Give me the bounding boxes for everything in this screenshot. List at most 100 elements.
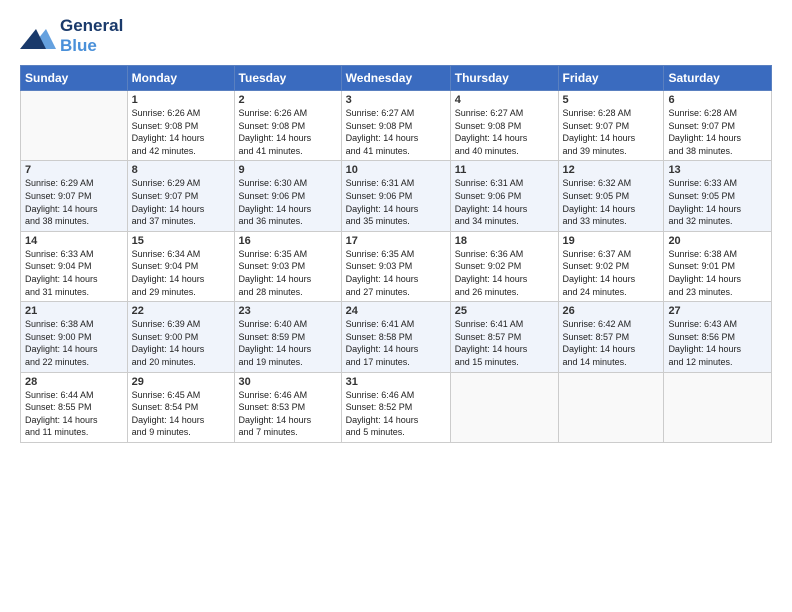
day-info: Sunrise: 6:28 AMSunset: 9:07 PMDaylight:…: [668, 107, 767, 157]
calendar-cell: 6Sunrise: 6:28 AMSunset: 9:07 PMDaylight…: [664, 91, 772, 161]
day-number: 25: [455, 305, 554, 317]
calendar-cell: 13Sunrise: 6:33 AMSunset: 9:05 PMDayligh…: [664, 161, 772, 231]
day-number: 21: [25, 305, 123, 317]
calendar-cell: 24Sunrise: 6:41 AMSunset: 8:58 PMDayligh…: [341, 302, 450, 372]
day-info: Sunrise: 6:37 AMSunset: 9:02 PMDaylight:…: [563, 248, 660, 298]
calendar-cell: 16Sunrise: 6:35 AMSunset: 9:03 PMDayligh…: [234, 231, 341, 301]
day-info: Sunrise: 6:27 AMSunset: 9:08 PMDaylight:…: [346, 107, 446, 157]
calendar-cell: 15Sunrise: 6:34 AMSunset: 9:04 PMDayligh…: [127, 231, 234, 301]
calendar-table: SundayMondayTuesdayWednesdayThursdayFrid…: [20, 65, 772, 443]
logo-text: General Blue: [60, 16, 123, 55]
calendar-cell: 10Sunrise: 6:31 AMSunset: 9:06 PMDayligh…: [341, 161, 450, 231]
day-info: Sunrise: 6:45 AMSunset: 8:54 PMDaylight:…: [132, 389, 230, 439]
day-info: Sunrise: 6:28 AMSunset: 9:07 PMDaylight:…: [563, 107, 660, 157]
day-number: 10: [346, 164, 446, 176]
day-number: 29: [132, 376, 230, 388]
calendar-header-friday: Friday: [558, 66, 664, 91]
calendar-cell: [450, 372, 558, 442]
day-info: Sunrise: 6:39 AMSunset: 9:00 PMDaylight:…: [132, 318, 230, 368]
calendar-cell: 1Sunrise: 6:26 AMSunset: 9:08 PMDaylight…: [127, 91, 234, 161]
calendar-week-1: 1 Sunrise: 6:26 AMSunset: 9:08 PMDaylight…: [21, 91, 772, 161]
calendar-cell: 22Sunrise: 6:39 AMSunset: 9:00 PMDayligh…: [127, 302, 234, 372]
day-number: 18: [455, 235, 554, 247]
day-info: Sunrise: 6:38 AMSunset: 9:00 PMDaylight:…: [25, 318, 123, 368]
calendar-cell: 31Sunrise: 6:46 AMSunset: 8:52 PMDayligh…: [341, 372, 450, 442]
day-info: Sunrise: 6:32 AMSunset: 9:05 PMDaylight:…: [563, 177, 660, 227]
calendar-cell: [21, 91, 128, 161]
day-number: 26: [563, 305, 660, 317]
calendar-cell: 28Sunrise: 6:44 AMSunset: 8:55 PMDayligh…: [21, 372, 128, 442]
calendar-cell: 19Sunrise: 6:37 AMSunset: 9:02 PMDayligh…: [558, 231, 664, 301]
day-info: Sunrise: 6:42 AMSunset: 8:57 PMDaylight:…: [563, 318, 660, 368]
calendar-cell: 8Sunrise: 6:29 AMSunset: 9:07 PMDaylight…: [127, 161, 234, 231]
day-number: 7: [25, 164, 123, 176]
calendar-cell: [664, 372, 772, 442]
calendar-cell: 23Sunrise: 6:40 AMSunset: 8:59 PMDayligh…: [234, 302, 341, 372]
calendar-cell: 20Sunrise: 6:38 AMSunset: 9:01 PMDayligh…: [664, 231, 772, 301]
calendar-header-saturday: Saturday: [664, 66, 772, 91]
calendar-cell: 29Sunrise: 6:45 AMSunset: 8:54 PMDayligh…: [127, 372, 234, 442]
day-number: 14: [25, 235, 123, 247]
day-number: 9: [239, 164, 337, 176]
day-number: 4: [455, 94, 554, 106]
calendar-header-thursday: Thursday: [450, 66, 558, 91]
day-number: 8: [132, 164, 230, 176]
calendar-header-tuesday: Tuesday: [234, 66, 341, 91]
calendar-week-3: 14Sunrise: 6:33 AMSunset: 9:04 PMDayligh…: [21, 231, 772, 301]
calendar-week-2: 7Sunrise: 6:29 AMSunset: 9:07 PMDaylight…: [21, 161, 772, 231]
day-number: 17: [346, 235, 446, 247]
calendar-cell: 30Sunrise: 6:46 AMSunset: 8:53 PMDayligh…: [234, 372, 341, 442]
calendar-cell: 26Sunrise: 6:42 AMSunset: 8:57 PMDayligh…: [558, 302, 664, 372]
day-info: Sunrise: 6:26 AMSunset: 9:08 PMDaylight:…: [239, 107, 337, 157]
calendar-cell: 11Sunrise: 6:31 AMSunset: 9:06 PMDayligh…: [450, 161, 558, 231]
day-number: 19: [563, 235, 660, 247]
calendar-header-sunday: Sunday: [21, 66, 128, 91]
day-info: Sunrise: 6:40 AMSunset: 8:59 PMDaylight:…: [239, 318, 337, 368]
day-info: Sunrise: 6:33 AMSunset: 9:05 PMDaylight:…: [668, 177, 767, 227]
day-info: Sunrise: 6:30 AMSunset: 9:06 PMDaylight:…: [239, 177, 337, 227]
calendar-week-5: 28Sunrise: 6:44 AMSunset: 8:55 PMDayligh…: [21, 372, 772, 442]
day-number: 13: [668, 164, 767, 176]
calendar-cell: 9Sunrise: 6:30 AMSunset: 9:06 PMDaylight…: [234, 161, 341, 231]
day-number: 11: [455, 164, 554, 176]
day-info: Sunrise: 6:31 AMSunset: 9:06 PMDaylight:…: [346, 177, 446, 227]
day-info: Sunrise: 6:29 AMSunset: 9:07 PMDaylight:…: [132, 177, 230, 227]
day-number: 2: [239, 94, 337, 106]
calendar-header-wednesday: Wednesday: [341, 66, 450, 91]
logo-icon: [20, 21, 56, 51]
day-info: Sunrise: 6:46 AMSunset: 8:52 PMDaylight:…: [346, 389, 446, 439]
day-info: Sunrise: 6:29 AMSunset: 9:07 PMDaylight:…: [25, 177, 123, 227]
header: General Blue: [20, 16, 772, 55]
day-info: Sunrise: 6:36 AMSunset: 9:02 PMDaylight:…: [455, 248, 554, 298]
logo: General Blue: [20, 16, 123, 55]
page: General Blue SundayMondayTuesdayWednesda…: [0, 0, 792, 453]
day-number: 1: [132, 94, 230, 106]
calendar-cell: 27Sunrise: 6:43 AMSunset: 8:56 PMDayligh…: [664, 302, 772, 372]
day-info: Sunrise: 6:33 AMSunset: 9:04 PMDaylight:…: [25, 248, 123, 298]
day-number: 15: [132, 235, 230, 247]
calendar-header-row: SundayMondayTuesdayWednesdayThursdayFrid…: [21, 66, 772, 91]
calendar-header-monday: Monday: [127, 66, 234, 91]
day-number: 20: [668, 235, 767, 247]
calendar-cell: 14Sunrise: 6:33 AMSunset: 9:04 PMDayligh…: [21, 231, 128, 301]
day-info: Sunrise: 6:46 AMSunset: 8:53 PMDaylight:…: [239, 389, 337, 439]
calendar-week-4: 21Sunrise: 6:38 AMSunset: 9:00 PMDayligh…: [21, 302, 772, 372]
day-info: Sunrise: 6:41 AMSunset: 8:57 PMDaylight:…: [455, 318, 554, 368]
day-info: Sunrise: 6:41 AMSunset: 8:58 PMDaylight:…: [346, 318, 446, 368]
day-number: 16: [239, 235, 337, 247]
day-number: 12: [563, 164, 660, 176]
day-info: Sunrise: 6:35 AMSunset: 9:03 PMDaylight:…: [346, 248, 446, 298]
calendar-cell: 7Sunrise: 6:29 AMSunset: 9:07 PMDaylight…: [21, 161, 128, 231]
calendar-cell: 21Sunrise: 6:38 AMSunset: 9:00 PMDayligh…: [21, 302, 128, 372]
day-number: 22: [132, 305, 230, 317]
day-number: 3: [346, 94, 446, 106]
day-number: 28: [25, 376, 123, 388]
calendar-cell: 17Sunrise: 6:35 AMSunset: 9:03 PMDayligh…: [341, 231, 450, 301]
day-info: Sunrise: 6:35 AMSunset: 9:03 PMDaylight:…: [239, 248, 337, 298]
day-number: 5: [563, 94, 660, 106]
day-number: 27: [668, 305, 767, 317]
day-number: 24: [346, 305, 446, 317]
day-info: Sunrise: 6:43 AMSunset: 8:56 PMDaylight:…: [668, 318, 767, 368]
calendar-cell: 2Sunrise: 6:26 AMSunset: 9:08 PMDaylight…: [234, 91, 341, 161]
day-number: 31: [346, 376, 446, 388]
